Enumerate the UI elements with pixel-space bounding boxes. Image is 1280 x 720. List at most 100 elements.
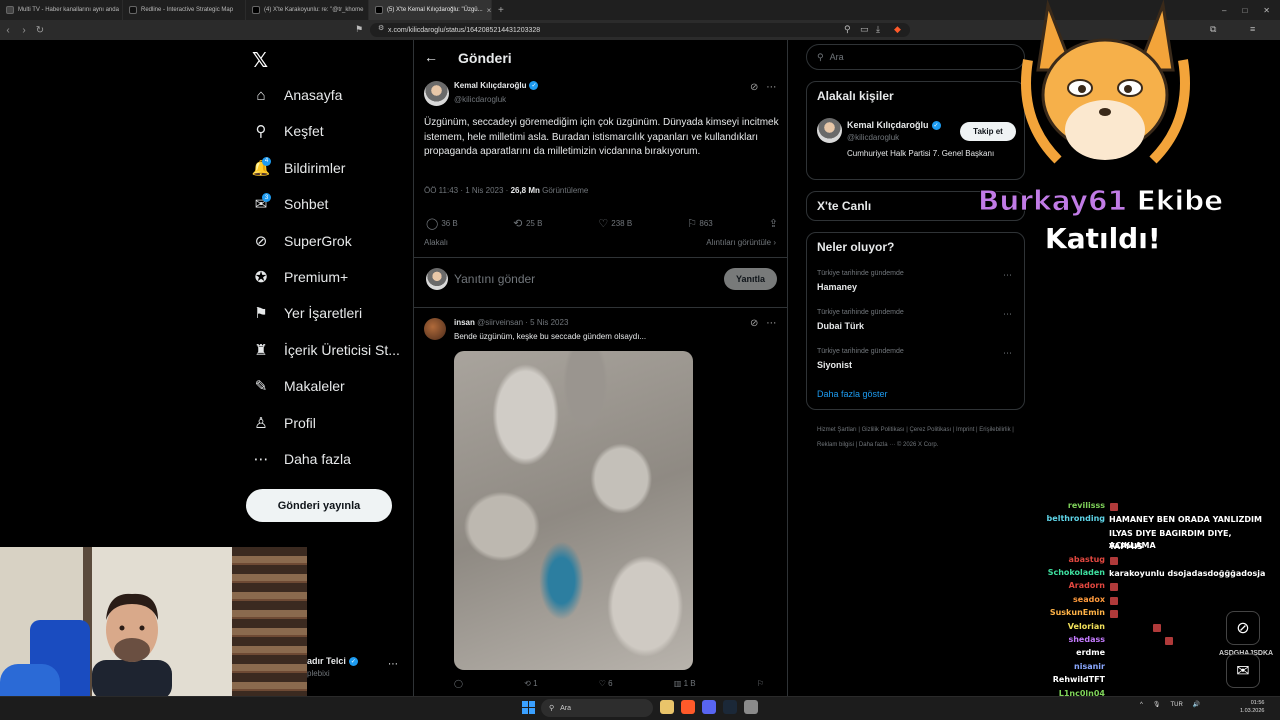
reply-meta[interactable]: @siirveinsan · 5 Nis 2023 [475,318,568,327]
bookmark-action[interactable]: ⚐ [757,679,764,688]
related-person-name[interactable]: Kemal Kılıçdaroğlu ✓ [847,120,941,130]
discord-icon[interactable] [702,700,716,714]
nav-item-supergrok[interactable]: ⊘ SuperGrok [252,228,352,254]
chat-username[interactable]: nisanir [1074,662,1105,671]
screenshot-icon[interactable]: ▭ [860,24,869,35]
nav-item-chat[interactable]: ✉ 3 Sohbet [252,191,328,217]
bookmark-action[interactable]: ⚐ 863 [688,217,713,230]
nav-item-notifications[interactable]: 🔔 4 Bildirimler [252,155,345,181]
follow-button[interactable]: Takip et [960,122,1016,141]
account-name[interactable]: adır Telci ✓ [307,656,358,666]
grok-icon[interactable]: ⊘ [750,318,766,329]
related-person-avatar[interactable] [817,118,842,143]
trend-more-icon[interactable]: ⋯ [1003,270,1012,281]
reply-button[interactable]: Yanıtla [724,268,777,290]
trend-item[interactable]: Hamaney [817,282,857,292]
back-arrow-icon[interactable]: ← [424,49,438,65]
post-button[interactable]: Gönderi yayınla [246,489,392,522]
chat-username[interactable]: RehwildTFT [1053,675,1105,684]
nav-item-creator-studio[interactable]: ♜ İçerik Üreticisi St... [252,337,400,363]
reply-author-avatar[interactable] [424,318,446,340]
reply-author-name[interactable]: insan [454,318,475,327]
nav-item-articles[interactable]: ✎ Makaleler [252,373,345,399]
forward-icon[interactable]: › [16,25,32,36]
taskbar-search[interactable]: ⚲ Ara [541,699,653,717]
footer-links[interactable]: Hizmet Şartları | Gizlilik Politikası | … [817,423,1017,453]
reload-icon[interactable]: ↻ [32,25,48,36]
nav-item-profile[interactable]: ♙ Profil [252,410,316,436]
site-settings-icon[interactable]: ⚙ [378,24,384,32]
chat-username[interactable]: shedass [1068,635,1105,644]
more-icon[interactable]: ⋯ [766,82,784,93]
retweet-action[interactable]: ⟲ 25 B [514,217,543,230]
language-indicator[interactable]: TUR [1170,702,1182,708]
bookmark-page-icon[interactable]: ⚑ [355,24,363,35]
reply-action[interactable]: ◯ [454,679,463,688]
steam-icon[interactable] [723,700,737,714]
clock[interactable]: 01:56 1.03.2026 [1240,699,1264,715]
grok-icon[interactable]: ⊘ [750,82,766,93]
chat-username[interactable]: SuskunEmin [1050,608,1105,617]
chat-username[interactable]: belthronding [1047,514,1105,523]
view-quotes-link[interactable]: Alıntıları görüntüle › [706,238,776,247]
nav-item-more[interactable]: ⋯ Daha fazla [252,446,351,472]
views-action[interactable]: ▥ 1 B [674,679,696,688]
messages-icon[interactable]: ✉ [1226,654,1260,688]
volume-icon[interactable]: 🔊 [1193,701,1200,708]
trend-item[interactable]: Siyonist [817,360,852,370]
chat-username[interactable]: abastug [1068,555,1105,564]
back-icon[interactable]: ‹ [0,25,16,36]
reply-photo[interactable] [454,351,693,670]
related-person-handle[interactable]: @kilicdarogluk [847,133,899,142]
brave-shield-icon[interactable]: ◆ [894,24,901,35]
reply-input[interactable]: Yanıtını gönder [454,272,535,286]
tray-chevron-icon[interactable]: ^ [1140,702,1143,708]
chat-username[interactable]: erdme [1076,648,1105,657]
author-avatar[interactable] [424,81,449,106]
file-explorer-icon[interactable] [660,700,674,714]
maximize-icon[interactable]: □ [1242,6,1247,15]
extensions-icon[interactable]: ⧉ [1210,24,1216,35]
nav-item-premium[interactable]: ✪ Premium+ [252,264,348,290]
my-avatar[interactable] [426,268,448,290]
grok-icon[interactable]: ⊘ [1226,611,1260,645]
like-action[interactable]: ♡ 238 B [598,217,632,230]
mic-icon[interactable]: 🎙 [1153,701,1161,708]
tweet-time[interactable]: ÖÖ 11:43 · 1 Nis 2023 · [424,186,511,195]
nav-item-bookmarks[interactable]: ⚑ Yer İşaretleri [252,300,362,326]
chat-username[interactable]: Aradorn [1069,581,1105,590]
show-more-link[interactable]: Daha fazla göster [817,389,888,399]
trend-item[interactable]: Dubai Türk [817,321,864,331]
brave-icon[interactable] [681,700,695,714]
reply-action[interactable]: ◯ 36 B [426,217,458,230]
menu-icon[interactable]: ≡ [1250,24,1255,34]
url-field[interactable]: x.com/kilicdaroglu/status/16420852144312… [370,23,910,37]
obs-icon[interactable] [744,700,758,714]
new-tab-button[interactable]: + [498,5,504,16]
nav-item-explore[interactable]: ⚲ Keşfet [252,118,324,144]
trend-more-icon[interactable]: ⋯ [1003,309,1012,320]
chat-username[interactable]: Schokoladen [1048,568,1105,577]
download-icon[interactable]: ⤓ [876,24,880,35]
zoom-icon[interactable]: ⚲ [844,24,851,35]
start-icon[interactable] [522,701,535,714]
chat-username[interactable]: seadox [1073,595,1105,604]
nav-item-home[interactable]: ⌂ Anasayfa [252,82,342,108]
more-icon[interactable]: ⋯ [766,318,784,329]
author-handle[interactable]: @kilicdarogluk [454,95,506,104]
browser-tab[interactable]: Multi TV - Haber kanallarını aynı anda [0,0,123,20]
chat-username[interactable]: revilisss [1068,501,1105,510]
retweet-action[interactable]: ⟲ 1 [524,679,537,688]
like-action[interactable]: ♡ 6 [599,679,613,688]
related-dropdown[interactable]: Alakalı [424,238,448,247]
minimize-icon[interactable]: – [1222,6,1226,15]
browser-tab[interactable]: (4) X'te Karakoyunlu: re: "@tr_khome [246,0,369,20]
search-input[interactable]: ⚲ Ara [806,44,1025,70]
share-action[interactable]: ⇪ [769,217,778,230]
close-tab-icon[interactable]: × [487,6,491,15]
x-logo[interactable]: 𝕏 [252,48,268,73]
close-window-icon[interactable]: ✕ [1263,6,1270,15]
trend-more-icon[interactable]: ⋯ [1003,348,1012,359]
browser-tab[interactable]: Redline - Interactive Strategic Map [123,0,246,20]
account-handle[interactable]: plebixi [307,669,330,678]
